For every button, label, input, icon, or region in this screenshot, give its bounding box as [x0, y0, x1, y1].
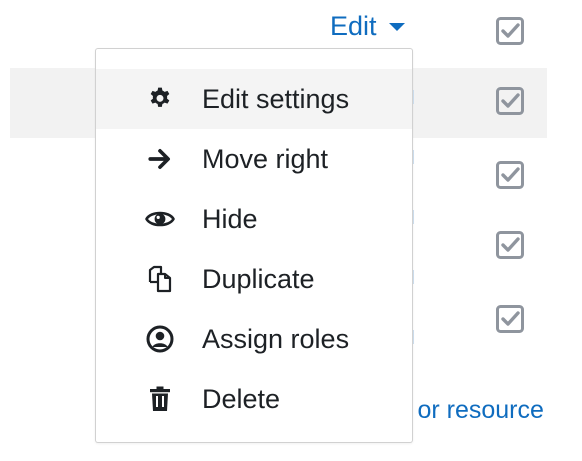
user-circle-icon [144, 323, 176, 355]
menu-item-label: Duplicate [202, 263, 315, 294]
completion-checkbox[interactable] [495, 160, 525, 190]
caret-down-icon [388, 23, 405, 31]
edit-menu-toggle-label: Edit [330, 10, 377, 41]
completion-checkbox[interactable] [495, 86, 525, 116]
eye-icon [144, 203, 176, 235]
edit-dropdown-menu: Edit settings Move right Hide Duplicate … [95, 48, 413, 443]
completion-checkbox[interactable] [495, 230, 525, 260]
menu-item-label: Assign roles [202, 323, 350, 354]
menu-item-edit-settings[interactable]: Edit settings [96, 69, 412, 129]
completion-checkbox[interactable] [495, 16, 525, 46]
menu-item-duplicate[interactable]: Duplicate [96, 249, 412, 309]
menu-item-delete[interactable]: Delete [96, 369, 412, 429]
menu-item-hide[interactable]: Hide [96, 189, 412, 249]
add-activity-link[interactable]: y or resource [398, 396, 544, 425]
course-page: Edit y or resource Edit settings Move ri… [0, 0, 582, 461]
gear-icon [144, 83, 176, 115]
menu-item-label: Move right [202, 143, 329, 174]
arrow-right-icon [144, 143, 176, 175]
duplicate-icon [144, 263, 176, 295]
menu-item-label: Edit settings [202, 83, 350, 114]
menu-item-label: Hide [202, 203, 258, 234]
menu-item-label: Delete [202, 383, 281, 414]
menu-item-move-right[interactable]: Move right [96, 129, 412, 189]
menu-item-assign-roles[interactable]: Assign roles [96, 309, 412, 369]
edit-menu-toggle[interactable]: Edit [330, 8, 405, 44]
completion-checkbox[interactable] [495, 304, 525, 334]
trash-icon [144, 383, 176, 415]
